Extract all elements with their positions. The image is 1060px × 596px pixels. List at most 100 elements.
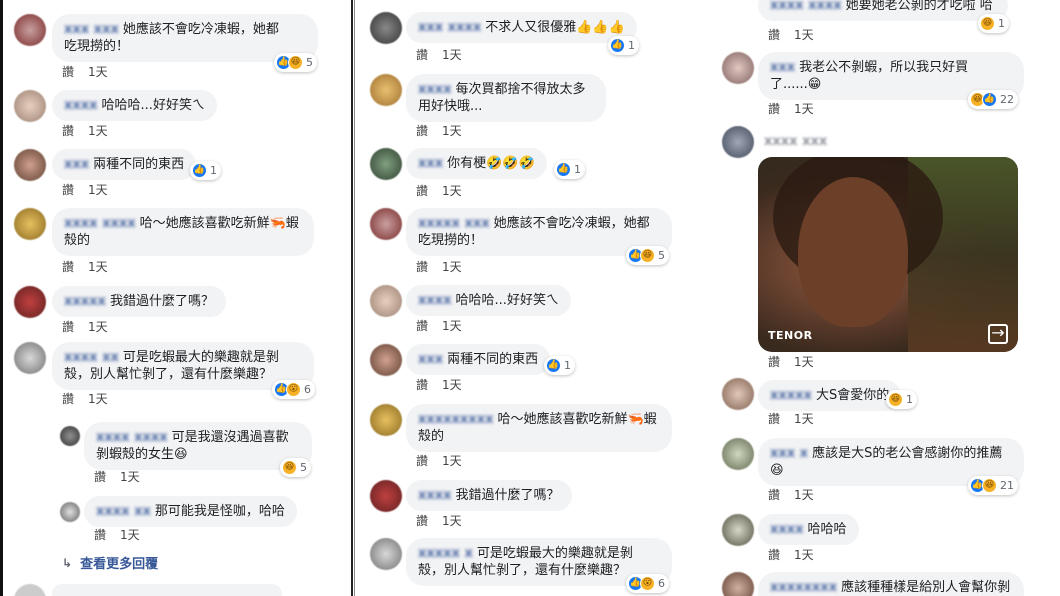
commenter-name[interactable]: xxxx xyxy=(418,81,452,98)
commenter-name[interactable]: xxxxxxxx xyxy=(770,579,837,596)
like-link[interactable]: 讚 xyxy=(94,526,106,543)
commenter-name[interactable]: xxxx xxxx xyxy=(96,429,168,446)
avatar[interactable] xyxy=(14,14,46,46)
comment-time[interactable]: 1天 xyxy=(794,26,814,43)
commenter-name[interactable]: xxxx xyxy=(418,292,452,309)
like-link[interactable]: 讚 xyxy=(768,546,780,563)
comment-time[interactable]: 1天 xyxy=(442,258,462,275)
like-link[interactable]: 讚 xyxy=(768,100,780,117)
reaction-summary[interactable]: 👍 1 xyxy=(608,36,639,55)
commenter-name[interactable]: xxxxxxxxx xyxy=(418,411,493,428)
avatar[interactable] xyxy=(14,208,46,240)
like-link[interactable]: 讚 xyxy=(768,486,780,503)
reaction-summary[interactable]: 😆 1 xyxy=(978,14,1009,33)
comment-time[interactable]: 1天 xyxy=(794,410,814,427)
comment-time[interactable]: 1天 xyxy=(442,122,462,139)
like-link[interactable]: 讚 xyxy=(416,452,428,469)
like-link[interactable]: 讚 xyxy=(62,181,74,198)
comment-time[interactable]: 1天 xyxy=(442,46,462,63)
reaction-summary[interactable]: 👍 1 xyxy=(544,356,575,375)
commenter-name[interactable]: xxxx xyxy=(64,97,98,114)
comment-time[interactable]: 1天 xyxy=(442,317,462,334)
avatar[interactable] xyxy=(722,378,754,410)
comment-time[interactable]: 1天 xyxy=(120,468,140,485)
reaction-summary[interactable]: 👍 😮 6 xyxy=(626,574,669,593)
commenter-name[interactable]: xxx xyxy=(418,155,443,172)
avatar[interactable] xyxy=(14,90,46,122)
like-link[interactable]: 讚 xyxy=(62,63,74,80)
expand-icon[interactable]: → xyxy=(988,324,1008,344)
like-link[interactable]: 讚 xyxy=(62,318,74,335)
avatar[interactable] xyxy=(370,538,402,570)
reaction-summary[interactable]: 👍 😆 5 xyxy=(626,246,669,265)
avatar[interactable] xyxy=(370,12,402,44)
like-link[interactable]: 讚 xyxy=(416,122,428,139)
commenter-name[interactable]: xxx x xyxy=(770,445,808,462)
comment-time[interactable]: 1天 xyxy=(442,452,462,469)
reaction-summary[interactable]: 👍 😮 6 xyxy=(272,380,315,399)
avatar[interactable] xyxy=(14,584,46,596)
comment-time[interactable]: 1天 xyxy=(88,390,108,407)
commenter-name[interactable]: xxx xxx xyxy=(64,21,119,38)
like-link[interactable]: 讚 xyxy=(416,317,428,334)
commenter-name[interactable]: xxxxx xyxy=(64,293,106,310)
avatar[interactable] xyxy=(60,502,80,522)
avatar[interactable] xyxy=(722,514,754,546)
comment-time[interactable]: 1天 xyxy=(88,63,108,80)
reaction-summary[interactable]: 👍 😆 5 xyxy=(274,53,317,72)
commenter-name[interactable]: xxxx xyxy=(418,487,452,504)
like-link[interactable]: 讚 xyxy=(768,353,780,370)
comment-time[interactable]: 1天 xyxy=(442,376,462,393)
reaction-summary[interactable]: 😆 1 xyxy=(886,390,917,409)
commenter-name[interactable]: xxxx xx xyxy=(64,349,119,366)
avatar[interactable] xyxy=(60,426,80,446)
reaction-summary[interactable]: 😆 👍 22 xyxy=(968,90,1018,109)
commenter-name[interactable]: xxxx xxxx xyxy=(770,0,842,14)
avatar[interactable] xyxy=(370,480,402,512)
avatar[interactable] xyxy=(722,438,754,470)
avatar[interactable] xyxy=(370,208,402,240)
avatar[interactable] xyxy=(722,126,754,158)
reaction-summary[interactable]: 👍 1 xyxy=(190,161,221,180)
avatar[interactable] xyxy=(370,404,402,436)
comment-time[interactable]: 1天 xyxy=(794,353,814,370)
comment-time[interactable]: 1天 xyxy=(442,182,462,199)
commenter-name[interactable]: xxxxx x xyxy=(418,545,473,562)
like-link[interactable]: 讚 xyxy=(768,410,780,427)
comment-time[interactable]: 1天 xyxy=(794,100,814,117)
comment-time[interactable]: 1天 xyxy=(88,181,108,198)
like-link[interactable]: 讚 xyxy=(416,182,428,199)
reaction-summary[interactable]: 😆 5 xyxy=(280,458,311,477)
commenter-name[interactable]: xxx xxxx xyxy=(418,19,481,36)
avatar[interactable] xyxy=(14,149,46,181)
comment-time[interactable]: 1天 xyxy=(794,486,814,503)
commenter-name[interactable]: xxxx xxx xyxy=(764,134,827,149)
avatar[interactable] xyxy=(370,74,402,106)
comment-time[interactable]: 1天 xyxy=(442,512,462,529)
comment-time[interactable]: 1天 xyxy=(120,526,140,543)
avatar[interactable] xyxy=(722,572,754,596)
view-more-replies-link[interactable]: ↳ 查看更多回覆 xyxy=(62,553,158,573)
commenter-name[interactable]: xxxx xx xyxy=(96,503,151,520)
commenter-name[interactable]: xxxx xxxx xyxy=(64,215,136,232)
like-link[interactable]: 讚 xyxy=(416,376,428,393)
commenter-name[interactable]: xxx xyxy=(64,156,89,173)
comment-time[interactable]: 1天 xyxy=(88,258,108,275)
reaction-summary[interactable]: 👍 😆 21 xyxy=(968,476,1018,495)
like-link[interactable]: 讚 xyxy=(416,512,428,529)
like-link[interactable]: 讚 xyxy=(94,468,106,485)
avatar[interactable] xyxy=(370,285,402,317)
like-link[interactable]: 讚 xyxy=(768,26,780,43)
avatar[interactable] xyxy=(370,148,402,180)
avatar[interactable] xyxy=(14,286,46,318)
reaction-summary[interactable]: 👍 1 xyxy=(554,160,585,179)
commenter-name[interactable]: xxx xyxy=(418,351,443,368)
commenter-name[interactable]: xxx xyxy=(770,59,795,76)
like-link[interactable]: 讚 xyxy=(62,390,74,407)
commenter-name[interactable]: xxxxx xxx xyxy=(418,215,490,232)
like-link[interactable]: 讚 xyxy=(416,46,428,63)
avatar[interactable] xyxy=(722,52,754,84)
like-link[interactable]: 讚 xyxy=(62,258,74,275)
comment-time[interactable]: 1天 xyxy=(794,546,814,563)
gif-attachment[interactable]: TENOR → xyxy=(758,157,1018,352)
